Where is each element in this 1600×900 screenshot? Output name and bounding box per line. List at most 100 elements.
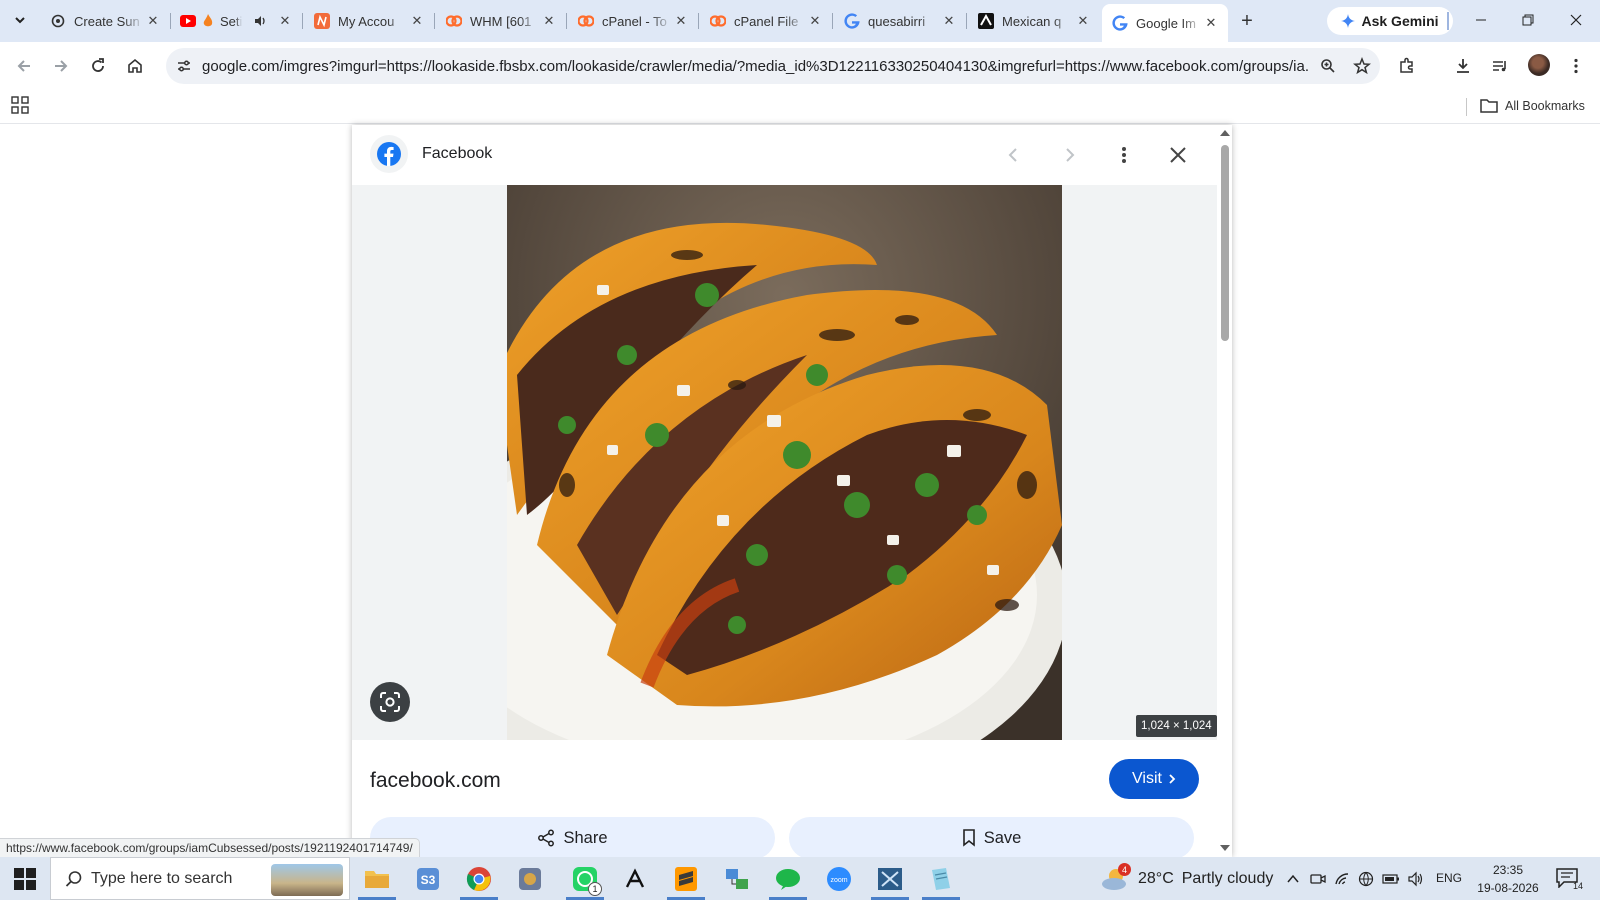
minimize-button[interactable] [1466, 6, 1496, 34]
zoom-icon[interactable] [1318, 56, 1338, 76]
bookmark-icon [962, 829, 975, 847]
share-icon [538, 829, 555, 847]
bookmark-star-icon[interactable] [1352, 56, 1372, 76]
google-lens-button[interactable] [370, 682, 410, 722]
ask-gemini-button[interactable]: Ask Gemini [1327, 7, 1453, 35]
tab-strip: Create Sun ✕ Seti ✕ My Accou ✕ WHM [601 … [0, 0, 1600, 42]
network-globe-icon[interactable] [1357, 870, 1375, 888]
battery-icon[interactable] [1382, 870, 1400, 888]
tab-search-button[interactable] [8, 8, 32, 32]
source-name[interactable]: Facebook [422, 145, 492, 163]
close-tab-icon[interactable]: ✕ [806, 12, 824, 30]
tab-cpanel-tools[interactable]: cPanel - To ✕ [568, 6, 699, 36]
font-app[interactable] [612, 857, 658, 900]
network-icon [726, 868, 748, 889]
previous-image-button[interactable] [1000, 141, 1028, 169]
extensions-icon[interactable] [1395, 54, 1419, 78]
tacos-photo[interactable] [507, 185, 1062, 740]
sublime-text-app[interactable] [663, 857, 709, 900]
apps-grid-icon[interactable] [11, 96, 31, 116]
scroll-up-arrow[interactable] [1220, 130, 1230, 136]
close-icon [1570, 14, 1582, 26]
download-icon[interactable] [1451, 54, 1475, 78]
remote-desktop-icon [878, 867, 902, 890]
site-info-icon[interactable] [174, 56, 194, 76]
font-icon [625, 867, 645, 888]
all-bookmarks-button[interactable]: All Bookmarks [1480, 95, 1585, 117]
chevron-left-icon [1008, 148, 1017, 162]
arrow-left-icon [17, 60, 30, 72]
s3-icon: S3 [417, 867, 439, 890]
save-button[interactable]: Save [789, 817, 1194, 857]
input-language[interactable]: ENG [1436, 871, 1462, 885]
tab-title: cPanel File [734, 13, 799, 29]
scroll-thumb[interactable] [1221, 145, 1229, 341]
tab-whm[interactable]: WHM [601 ✕ [436, 6, 567, 36]
chat-app[interactable] [765, 857, 811, 900]
new-tab-button[interactable]: + [1236, 10, 1258, 32]
close-tab-icon[interactable]: ✕ [540, 12, 558, 30]
tab-my-account[interactable]: My Accou ✕ [304, 6, 435, 36]
cpanel-icon [710, 13, 726, 29]
home-button[interactable] [123, 54, 147, 78]
reload-button[interactable] [86, 54, 110, 78]
volume-icon[interactable] [1407, 870, 1425, 888]
tab-quesabirria[interactable]: quesabirri ✕ [834, 6, 967, 36]
tab-create-sun[interactable]: Create Sun ✕ [40, 6, 171, 36]
viewer-scrollbar[interactable] [1217, 125, 1232, 857]
visit-button[interactable]: Visit [1109, 759, 1199, 799]
image-dimensions: 1,024 × 1,024 [1136, 715, 1217, 737]
taskbar-search-box[interactable]: Type here to search [50, 857, 350, 900]
url-text[interactable]: google.com/imgres?imgurl=https://lookasi… [202, 58, 1308, 75]
minimize-icon [1476, 19, 1486, 21]
close-window-button[interactable] [1561, 6, 1591, 34]
close-tab-icon[interactable]: ✕ [1074, 12, 1092, 30]
whatsapp-app[interactable]: 1 [562, 857, 608, 900]
close-tab-icon[interactable]: ✕ [276, 12, 294, 30]
chevron-right-icon [1066, 148, 1075, 162]
source-domain[interactable]: facebook.com [370, 769, 501, 793]
zoom-app[interactable]: zoom [816, 857, 862, 900]
tab-cpanel-file[interactable]: cPanel File ✕ [700, 6, 833, 36]
network-app[interactable] [714, 857, 760, 900]
tab-seti[interactable]: Seti ✕ [170, 6, 303, 36]
scroll-down-arrow[interactable] [1220, 845, 1230, 851]
close-tab-icon[interactable]: ✕ [144, 12, 162, 30]
search-highlight-image [271, 864, 343, 896]
speaker-icon[interactable] [252, 13, 268, 29]
close-viewer-button[interactable] [1164, 141, 1192, 169]
share-label: Share [563, 828, 608, 847]
file-explorer-app[interactable] [354, 857, 400, 900]
meet-now-icon[interactable] [1309, 870, 1327, 888]
restore-button[interactable] [1513, 6, 1543, 34]
close-tab-icon[interactable]: ✕ [672, 12, 690, 30]
s3-browser-app[interactable]: S3 [405, 857, 451, 900]
app-icon[interactable] [507, 857, 553, 900]
viewer-header: Facebook [352, 125, 1232, 185]
wifi-icon[interactable] [1333, 870, 1351, 888]
address-bar[interactable]: google.com/imgres?imgurl=https://lookasi… [166, 48, 1380, 84]
chevron-up-icon[interactable] [1284, 870, 1302, 888]
close-tab-icon[interactable]: ✕ [940, 12, 958, 30]
media-control-icon[interactable] [1488, 54, 1512, 78]
profile-avatar[interactable] [1528, 54, 1550, 76]
next-image-button[interactable] [1055, 141, 1083, 169]
image-viewer-panel: Facebook 1,024 × 1,024 facebook.com Visi… [352, 125, 1232, 857]
tab-title: cPanel - To [602, 13, 667, 29]
windows-start-icon[interactable] [14, 868, 36, 890]
remote-desktop-app[interactable] [867, 857, 913, 900]
forward-button[interactable] [49, 54, 73, 78]
notepad-app[interactable] [918, 857, 964, 900]
more-options-button[interactable] [1110, 141, 1138, 169]
tab-google-images[interactable]: Google Im ✕ [1102, 4, 1228, 42]
close-tab-icon[interactable]: ✕ [1202, 14, 1220, 32]
system-clock[interactable]: 23:35 19-08-2026 [1473, 861, 1543, 897]
chrome-app[interactable] [456, 857, 502, 900]
tab-mexican[interactable]: Mexican q ✕ [968, 6, 1100, 36]
close-tab-icon[interactable]: ✕ [408, 12, 426, 30]
weather-widget[interactable]: 4 28°C Partly cloudy [1100, 857, 1273, 900]
back-button[interactable] [12, 54, 36, 78]
menu-kebab-icon[interactable] [1564, 54, 1588, 78]
save-label: Save [983, 828, 1022, 847]
share-button[interactable]: Share [370, 817, 775, 857]
